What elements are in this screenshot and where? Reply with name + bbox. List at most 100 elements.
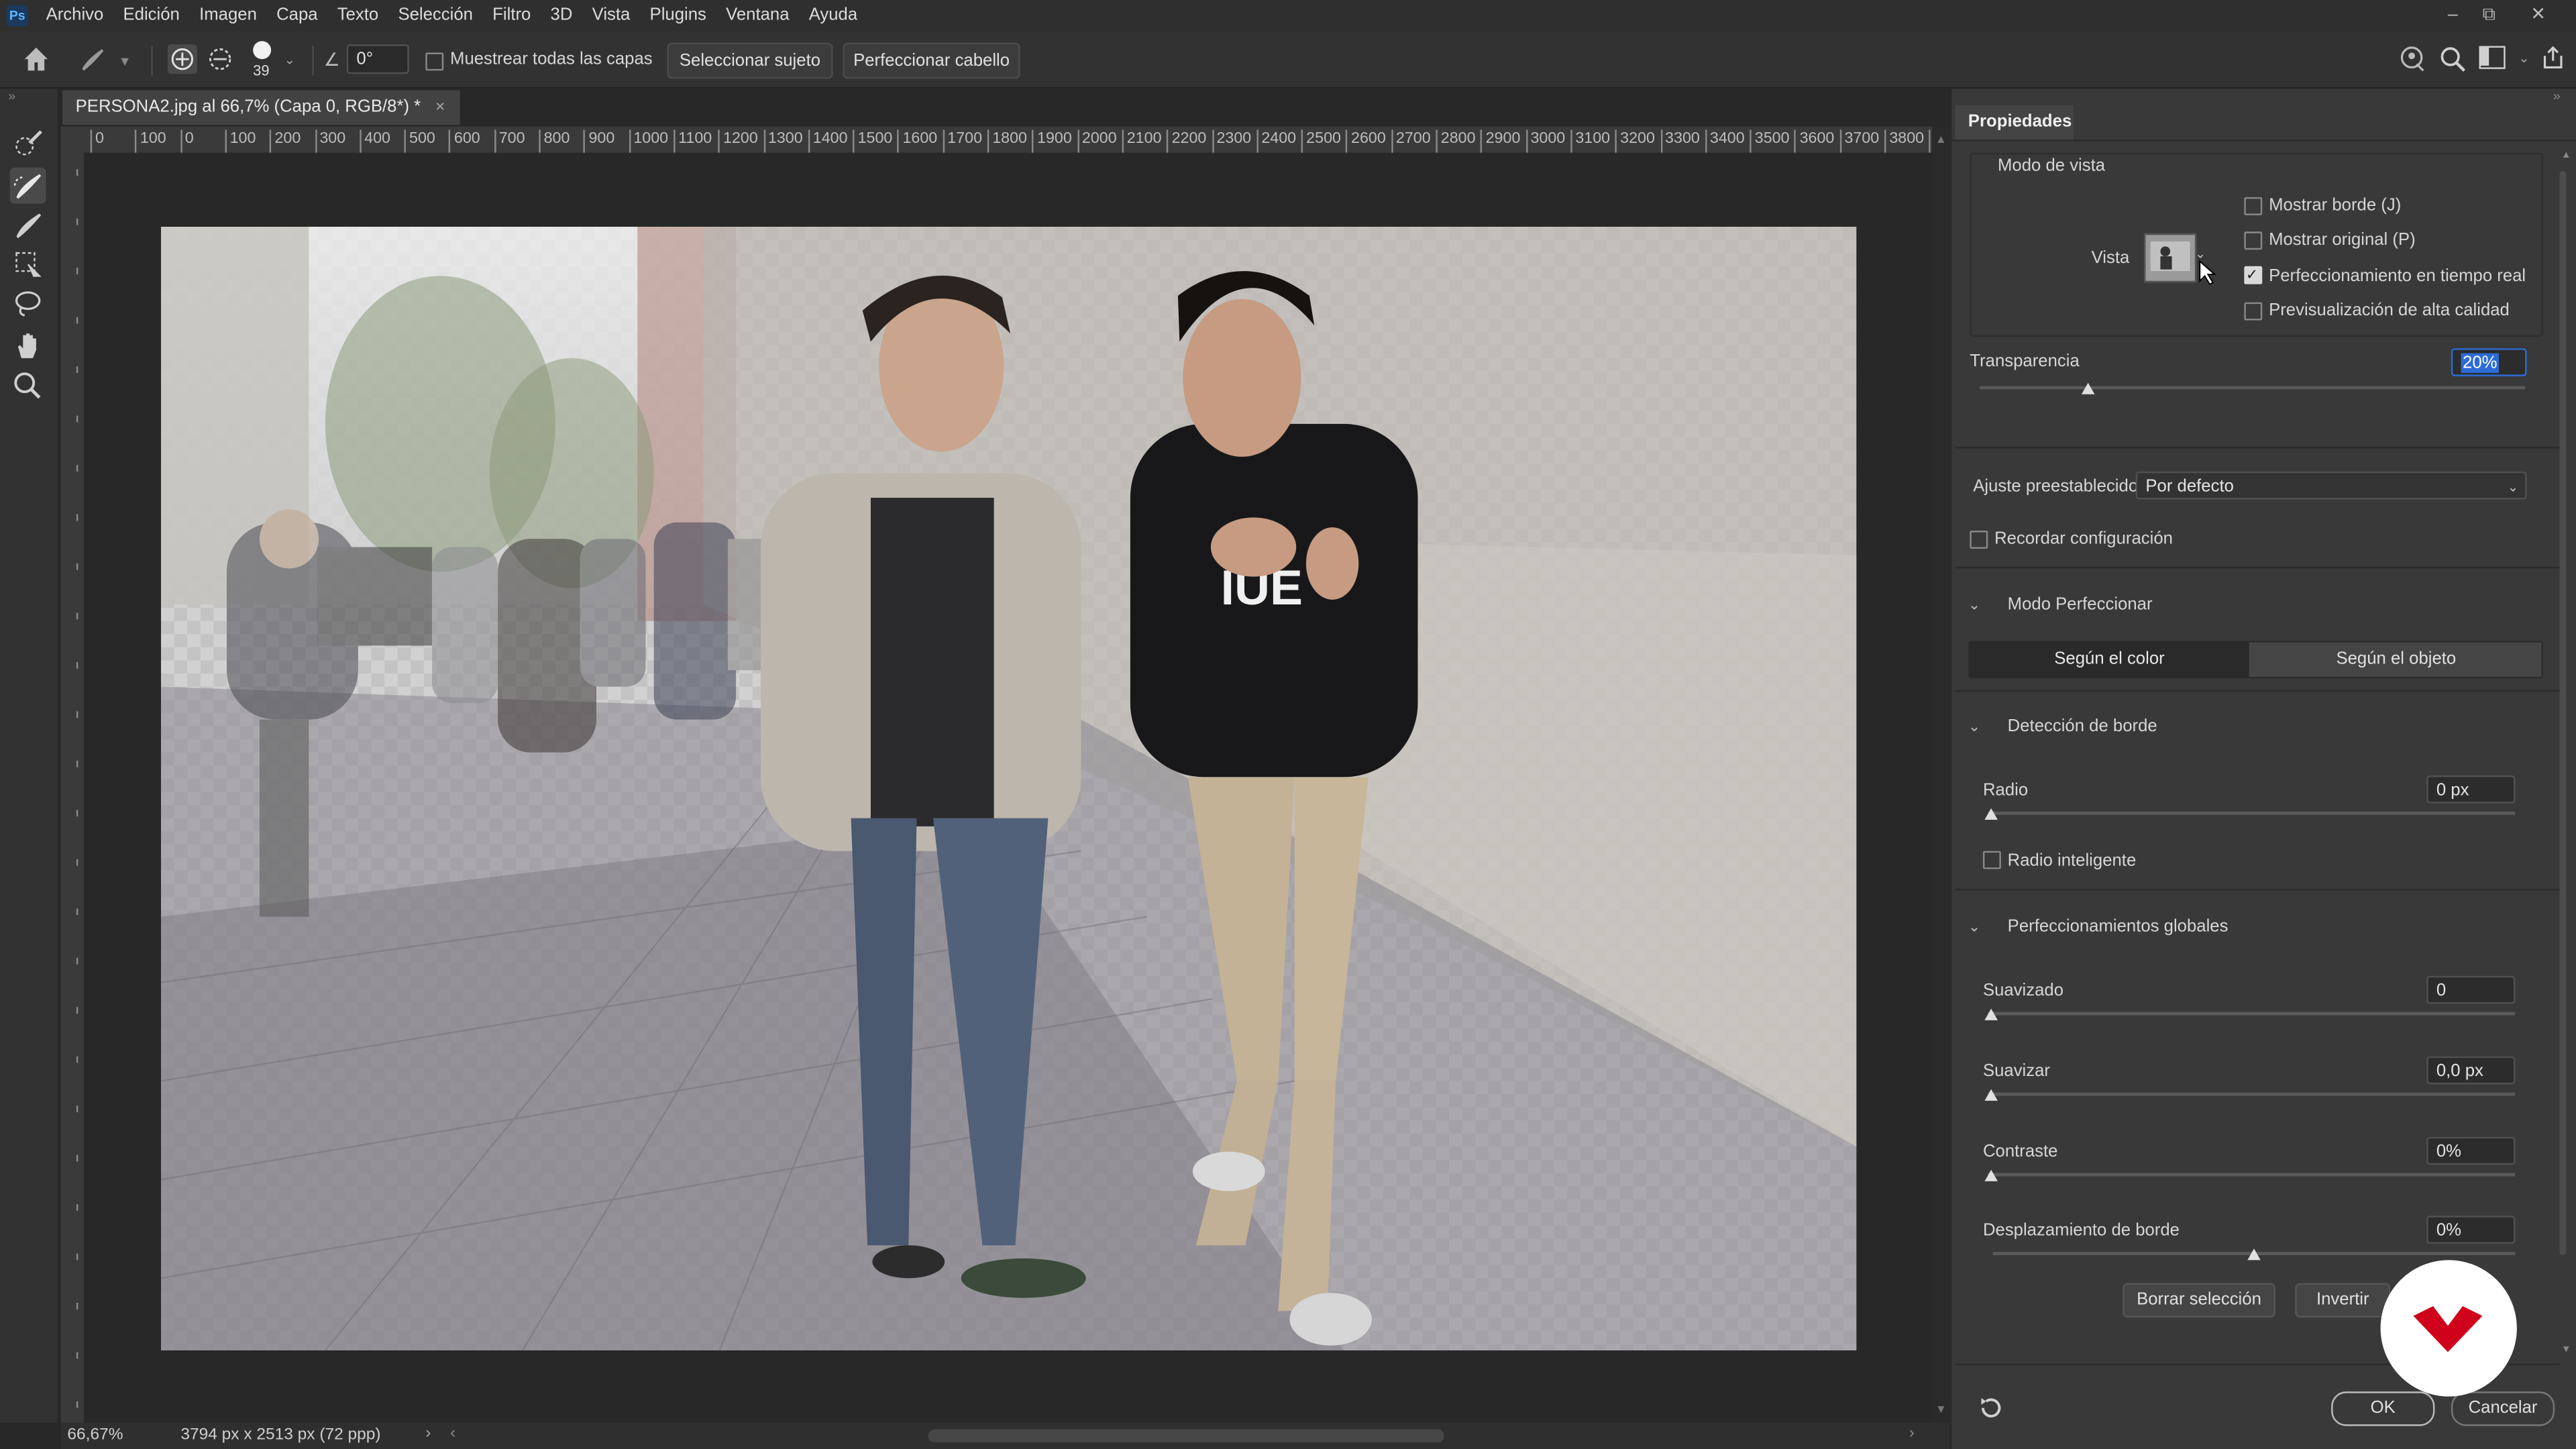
workspace-icon[interactable] xyxy=(2479,46,2506,69)
reset-icon[interactable] xyxy=(1976,1393,2006,1423)
contrast-slider-knob[interactable] xyxy=(1984,1169,1998,1181)
tool-preset-chevron-icon[interactable]: ▼ xyxy=(118,54,131,69)
horizontal-scroll-thumb[interactable] xyxy=(928,1429,1444,1443)
shift-edge-input[interactable]: 0% xyxy=(2426,1216,2516,1244)
show-original-label: Mostrar original (P) xyxy=(2269,229,2416,250)
workspace-chevron-icon[interactable]: ⌄ xyxy=(2518,51,2529,66)
feather-slider[interactable] xyxy=(1988,1092,2516,1096)
close-tab-icon[interactable]: × xyxy=(435,99,445,117)
show-edge-checkbox[interactable] xyxy=(2244,197,2263,215)
global-refinements-chevron-icon[interactable]: ⌄ xyxy=(1968,918,1980,936)
feather-slider-knob[interactable] xyxy=(1984,1089,1998,1101)
refine-edge-brush-tool-icon[interactable] xyxy=(9,167,46,204)
smooth-slider-knob[interactable] xyxy=(1984,1008,1998,1020)
radius-slider-knob[interactable] xyxy=(1984,808,1998,820)
menu-plugins[interactable]: Plugins xyxy=(650,0,706,32)
angle-input[interactable]: 0° xyxy=(346,44,409,74)
status-info-chevron-icon[interactable]: › xyxy=(425,1424,431,1442)
menu-ventana[interactable]: Ventana xyxy=(726,0,789,32)
radius-input[interactable]: 0 px xyxy=(2426,775,2516,804)
shift-edge-slider-knob[interactable] xyxy=(2247,1248,2261,1260)
refine-by-color-button[interactable]: Según el color xyxy=(1970,642,2249,677)
scroll-down-icon[interactable]: ▼ xyxy=(1935,1405,1947,1416)
preset-dropdown[interactable]: Por defecto ⌄ xyxy=(2135,471,2527,500)
show-original-checkbox[interactable] xyxy=(2244,231,2263,250)
document-tab[interactable]: PERSONA2.jpg al 66,7% (Capa 0, RGB/8*) *… xyxy=(62,90,460,125)
canvas-area[interactable]: IUE xyxy=(85,152,1933,1423)
quick-selection-tool-icon[interactable] xyxy=(10,125,46,161)
zoom-level[interactable]: 66,67% xyxy=(67,1426,123,1444)
contrast-input[interactable]: 0% xyxy=(2426,1136,2516,1165)
menu-vista[interactable]: Vista xyxy=(592,0,631,32)
object-selection-tool-icon[interactable] xyxy=(10,246,46,282)
hq-preview-checkbox[interactable] xyxy=(2244,302,2263,321)
refine-mode-segmented: Según el color Según el objeto xyxy=(1968,641,2544,679)
refine-mode-heading[interactable]: Modo Perfeccionar xyxy=(2008,595,2153,614)
restore-icon[interactable]: ⧉ xyxy=(2471,0,2507,32)
smooth-input[interactable]: 0 xyxy=(2426,975,2516,1004)
menu-imagen[interactable]: Imagen xyxy=(199,0,257,32)
learn-icon[interactable] xyxy=(2399,44,2428,74)
invert-button[interactable]: Invertir xyxy=(2295,1283,2391,1318)
subtract-from-selection-icon[interactable] xyxy=(205,44,235,74)
menu-seleccion[interactable]: Selección xyxy=(398,0,473,32)
refine-mode-chevron-icon[interactable]: ⌄ xyxy=(1968,596,1980,614)
global-refinements-heading[interactable]: Perfeccionamientos globales xyxy=(2008,917,2229,936)
feather-input[interactable]: 0,0 px xyxy=(2426,1056,2516,1085)
menu-capa[interactable]: Capa xyxy=(276,0,317,32)
ruler-tick-label: 1300 xyxy=(763,129,803,153)
remember-settings-checkbox[interactable] xyxy=(1970,531,1988,549)
realtime-refinement-checkbox[interactable] xyxy=(2244,266,2263,284)
select-subject-button[interactable]: Seleccionar sujeto xyxy=(667,42,833,79)
home-icon[interactable] xyxy=(19,43,52,76)
cancel-button[interactable]: Cancelar xyxy=(2451,1391,2555,1426)
edge-detection-chevron-icon[interactable]: ⌄ xyxy=(1968,718,1980,736)
brush-preview-icon[interactable] xyxy=(253,41,272,60)
menu-filtro[interactable]: Filtro xyxy=(492,0,531,32)
menu-ayuda[interactable]: Ayuda xyxy=(809,0,857,32)
lasso-tool-icon[interactable] xyxy=(10,286,46,322)
scroll-right-icon[interactable]: › xyxy=(1909,1424,1915,1442)
hand-tool-icon[interactable] xyxy=(10,327,46,363)
share-icon[interactable] xyxy=(2540,44,2566,70)
ok-button[interactable]: OK xyxy=(2331,1391,2435,1426)
radius-slider[interactable] xyxy=(1988,811,2516,815)
contrast-slider[interactable] xyxy=(1988,1173,2516,1177)
add-to-selection-icon[interactable] xyxy=(167,44,197,74)
document-image[interactable]: IUE xyxy=(161,226,1857,1351)
vertical-scrollbar[interactable]: ▲ ▼ xyxy=(1932,126,1952,1425)
brush-tool-icon[interactable] xyxy=(10,207,46,244)
divider xyxy=(1955,447,2560,449)
brush-size-chevron-icon[interactable]: ⌄ xyxy=(284,52,295,67)
transparency-slider-knob[interactable] xyxy=(2082,382,2096,394)
radius-label: Radio xyxy=(1982,780,2029,800)
menu-archivo[interactable]: Archivo xyxy=(46,0,104,32)
document-info[interactable]: 3794 px x 2513 px (72 ppp) xyxy=(180,1426,380,1444)
clear-selection-button[interactable]: Borrar selección xyxy=(2123,1283,2275,1318)
smooth-slider[interactable] xyxy=(1988,1012,2516,1016)
menu-3d[interactable]: 3D xyxy=(551,0,573,32)
menu-edicion[interactable]: Edición xyxy=(123,0,180,32)
view-thumbnail[interactable] xyxy=(2143,233,2197,283)
refine-hair-button[interactable]: Perfeccionar cabello xyxy=(843,42,1020,79)
properties-tab[interactable]: Propiedades xyxy=(1955,105,2074,140)
search-icon[interactable] xyxy=(2438,44,2467,74)
refine-by-object-button[interactable]: Según el objeto xyxy=(2251,643,2541,677)
scroll-up-icon[interactable]: ▲ xyxy=(1935,135,1947,146)
panel-scrollbar[interactable]: ▲ ▼ xyxy=(2557,151,2571,1358)
transparency-slider[interactable] xyxy=(1980,386,2526,390)
edge-detection-heading[interactable]: Detección de borde xyxy=(2008,716,2157,736)
sample-all-layers-checkbox[interactable] xyxy=(425,52,444,71)
zoom-tool-icon[interactable] xyxy=(10,368,46,405)
collapse-tools-icon[interactable]: » xyxy=(8,89,15,103)
menu-texto[interactable]: Texto xyxy=(337,0,378,32)
smart-radius-checkbox[interactable] xyxy=(1982,851,2001,869)
minimize-icon[interactable]: – xyxy=(2434,0,2471,32)
ruler-tick-label: 2600 xyxy=(1346,129,1386,153)
transparency-input[interactable]: 20% xyxy=(2451,348,2527,376)
collapse-panel-icon[interactable]: » xyxy=(2553,89,2561,103)
close-icon[interactable]: ✕ xyxy=(2520,0,2557,32)
ruler-tick-label: 2100 xyxy=(1122,129,1162,153)
scroll-left-icon[interactable]: ‹ xyxy=(450,1424,455,1442)
brush-tool-icon[interactable] xyxy=(76,43,109,76)
